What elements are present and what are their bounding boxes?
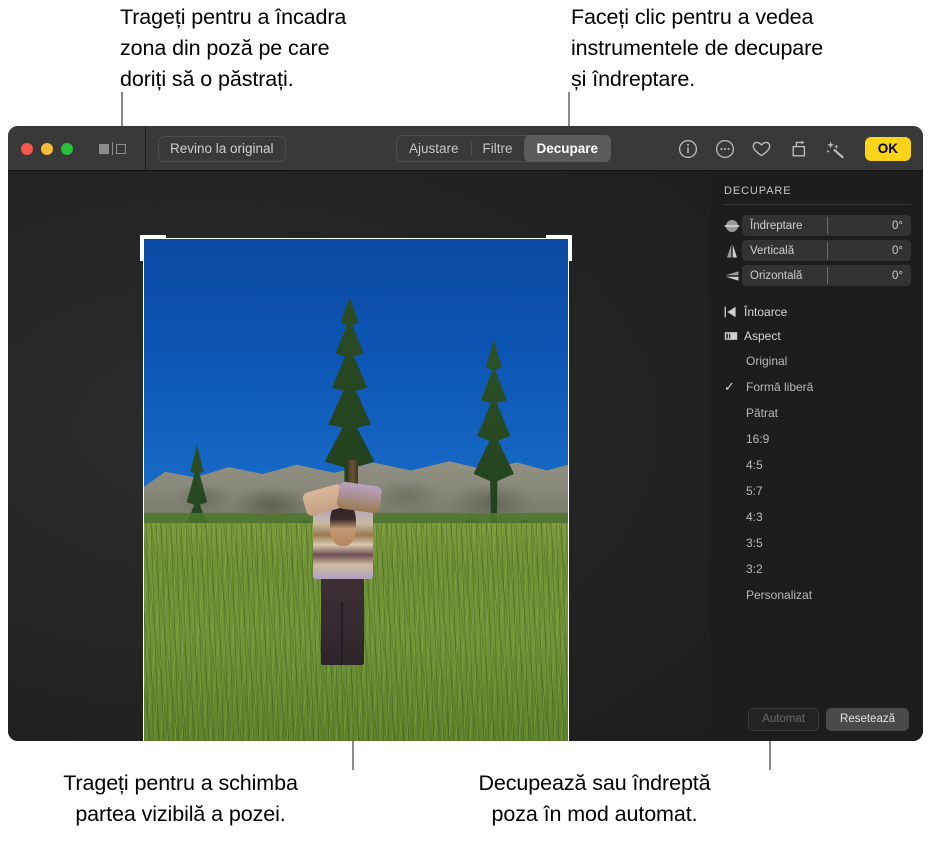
aspect-icon [724, 329, 742, 343]
callout-crop-area: Trageți pentru a încadra zona din poză p… [120, 5, 347, 91]
aspect-label: Personalizat [746, 588, 813, 602]
aspect-option-3-5[interactable]: 3:5 [724, 530, 923, 556]
aspect-option-original[interactable]: Original [724, 348, 923, 374]
aspect-label: 3:2 [746, 562, 763, 576]
photo-person-arm-right [336, 480, 383, 514]
slider-label-horizontal: Orizontală [750, 269, 803, 282]
menu-label-aspect: Aspect [744, 329, 781, 343]
inspector-title: DECUPARE [724, 185, 792, 197]
tab-filtre[interactable]: Filtre [470, 136, 525, 161]
auto-button[interactable]: Automat [748, 708, 820, 731]
info-icon[interactable] [677, 138, 699, 160]
photo-image[interactable] [144, 239, 568, 741]
menu-item-aspect[interactable]: Aspect [724, 324, 923, 348]
aspect-label: Pătrat [746, 406, 779, 420]
aspect-option-16-9[interactable]: 16:9 [724, 426, 923, 452]
aspect-option-square[interactable]: Pătrat [724, 400, 923, 426]
slider-track-horizontal[interactable]: Orizontală 0° [742, 265, 911, 286]
rotate-icon[interactable] [788, 138, 810, 160]
crop-inspector-panel: DECUPARE Îndreptare 0° Verticală 0° Oriz… [710, 171, 923, 741]
slider-label-straighten: Îndreptare [750, 219, 803, 232]
slider-row-horizontal[interactable]: Orizontală 0° [722, 265, 911, 286]
tab-decupare[interactable]: Decupare [523, 135, 612, 162]
slider-center-tick [826, 217, 828, 234]
straighten-icon [722, 218, 742, 234]
screenshot-root: Trageți pentru a încadra zona din poză p… [0, 0, 931, 841]
photos-editor-window: Revino la original Ajustare Filtre Decup… [8, 126, 923, 741]
aspect-option-4-3[interactable]: 4:3 [724, 504, 923, 530]
ok-button[interactable]: OK [864, 136, 911, 161]
slider-row-vertical[interactable]: Verticală 0° [722, 240, 911, 261]
minimize-window-button[interactable] [41, 142, 53, 155]
edit-mode-segmented-control: Ajustare Filtre Decupare [396, 135, 612, 162]
callout-crop-tools: Faceți clic pentru a vedea instrumentele… [571, 5, 824, 91]
horizontal-perspective-icon [722, 268, 742, 284]
sidebar-filled-square [99, 143, 109, 154]
favorite-heart-icon[interactable] [751, 138, 773, 160]
callout-drag-visible-part: Trageți pentru a schimba partea vizibilă… [63, 771, 298, 826]
reset-button[interactable]: Resetează [826, 708, 909, 731]
crop-border-left [143, 239, 144, 741]
sidebar-open-square [116, 143, 126, 154]
menu-item-flip[interactable]: Întoarce [724, 300, 923, 324]
aspect-label: 16:9 [746, 432, 770, 446]
tab-ajustare[interactable]: Ajustare [397, 136, 471, 161]
crop-handle-top-left[interactable] [140, 235, 144, 261]
vertical-perspective-icon [722, 243, 742, 259]
aspect-option-free-form[interactable]: ✓ Formă liberă [724, 374, 923, 400]
slider-center-tick [826, 242, 828, 259]
slider-value-vertical: 0° [892, 244, 903, 257]
crop-border-top [144, 238, 568, 239]
aspect-label: 5:7 [746, 484, 763, 498]
flip-icon [724, 305, 742, 319]
crop-handle-top-right[interactable] [568, 235, 572, 261]
slider-value-straighten: 0° [892, 219, 903, 232]
aspect-option-custom[interactable]: Personalizat [724, 582, 923, 608]
aspect-label: 4:5 [746, 458, 763, 472]
aspect-option-3-2[interactable]: 3:2 [724, 556, 923, 582]
slider-row-straighten[interactable]: Îndreptare 0° [722, 215, 911, 236]
slider-value-horizontal: 0° [892, 269, 903, 282]
toolbar-right-actions: OK [677, 126, 911, 171]
sidebar-divider [112, 142, 113, 155]
more-options-icon[interactable] [714, 138, 736, 160]
aspect-option-5-7[interactable]: 5:7 [724, 478, 923, 504]
photo-person-pants [320, 572, 364, 665]
aspect-label: 4:3 [746, 510, 763, 524]
revert-to-original-button[interactable]: Revino la original [158, 135, 286, 162]
aspect-label: 3:5 [746, 536, 763, 550]
photo-person [297, 470, 390, 691]
sidebar-toggle-icon[interactable] [99, 142, 126, 155]
aspect-check-selected: ✓ [724, 379, 735, 394]
slider-label-vertical: Verticală [750, 244, 795, 257]
crop-border-right [568, 239, 569, 741]
toolbar-separator [145, 126, 146, 171]
slider-track-straighten[interactable]: Îndreptare 0° [742, 215, 911, 236]
menu-label-flip: Întoarce [744, 305, 788, 319]
photo-canvas[interactable] [8, 171, 710, 741]
close-window-button[interactable] [21, 142, 33, 155]
window-body: DECUPARE Îndreptare 0° Verticală 0° Oriz… [8, 171, 923, 741]
window-toolbar: Revino la original Ajustare Filtre Decup… [8, 126, 923, 171]
aspect-ratio-list: Original ✓ Formă liberă Pătrat 16:9 4:5 … [710, 348, 923, 608]
aspect-label: Formă liberă [746, 380, 814, 394]
aspect-label: Original [746, 354, 788, 368]
inspector-rule [724, 204, 911, 205]
enhance-magic-wand-icon[interactable] [825, 138, 847, 160]
zoom-window-button[interactable] [61, 142, 73, 155]
slider-track-vertical[interactable]: Verticală 0° [742, 240, 911, 261]
inspector-footer: Automat Resetează [710, 708, 923, 731]
window-traffic-lights [8, 142, 73, 155]
callout-auto-crop: Decupează sau îndreptă poza în mod autom… [478, 771, 711, 826]
crop-frame[interactable] [140, 235, 572, 741]
slider-center-tick [826, 267, 828, 284]
aspect-option-4-5[interactable]: 4:5 [724, 452, 923, 478]
